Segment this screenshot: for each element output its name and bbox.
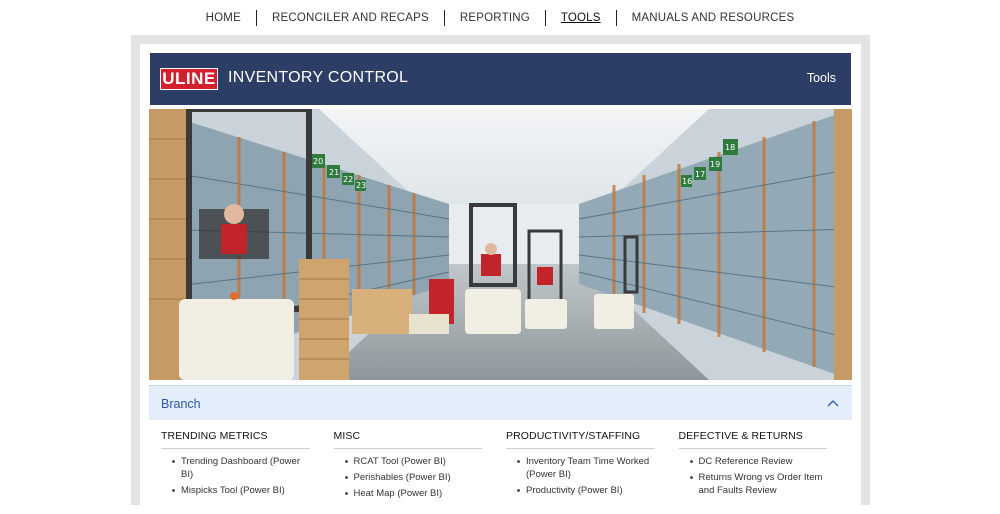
branch-tools-columns: TRENDING METRICS Trending Dashboard (Pow…: [161, 429, 851, 503]
link-productivity[interactable]: Productivity (Power BI): [506, 484, 655, 497]
aisle-sign-number: 23: [356, 181, 366, 190]
link-perishables[interactable]: Perishables (Power BI): [334, 471, 483, 484]
column-heading: DEFECTIVE & RETURNS: [678, 429, 827, 449]
column-productivity-staffing: PRODUCTIVITY/STAFFING Inventory Team Tim…: [506, 429, 679, 503]
aisle-sign-number: 19: [710, 160, 720, 169]
nav-reconciler-and-recaps[interactable]: RECONCILER AND RECAPS: [257, 11, 444, 25]
link-inventory-team-time-worked[interactable]: Inventory Team Time Worked (Power BI): [506, 455, 655, 481]
aisle-sign-number: 22: [343, 175, 353, 184]
app-title: INVENTORY CONTROL: [228, 69, 409, 86]
aisle-sign-number: 17: [695, 170, 705, 179]
column-misc: MISC RCAT Tool (Power BI) Perishables (P…: [333, 429, 507, 503]
link-returns-wrong-vs-order-item[interactable]: Returns Wrong vs Order Item and Faults R…: [679, 471, 828, 497]
chevron-up-icon[interactable]: [826, 396, 840, 410]
top-nav: HOME RECONCILER AND RECAPS REPORTING TOO…: [0, 0, 1000, 35]
page-title: Tools: [806, 71, 836, 85]
nav-reporting[interactable]: REPORTING: [445, 11, 545, 25]
column-heading: MISC: [333, 429, 482, 449]
aisle-sign-number: 20: [313, 157, 323, 166]
accordion-title: Branch: [161, 397, 201, 411]
aisle-sign-number: 18: [725, 143, 735, 152]
link-mispicks-tool[interactable]: Mispicks Tool (Power BI): [161, 484, 310, 497]
link-heat-map[interactable]: Heat Map (Power BI): [334, 487, 483, 500]
uline-logo[interactable]: ULINE: [160, 68, 218, 90]
warehouse-illustration: 20 21 2223 19 18 1716: [149, 109, 852, 380]
nav-manuals-and-resources[interactable]: MANUALS AND RESOURCES: [617, 11, 810, 25]
warehouse-hero-image: 20 21 22 23 19 18 17 16: [149, 109, 852, 380]
column-trending-metrics: TRENDING METRICS Trending Dashboard (Pow…: [161, 429, 334, 503]
link-dc-reference-review[interactable]: DC Reference Review: [679, 455, 828, 468]
header-banner: ULINE INVENTORY CONTROL Tools: [150, 53, 851, 105]
aisle-sign-number: 21: [329, 168, 339, 177]
column-defective-returns: DEFECTIVE & RETURNS DC Reference Review …: [678, 429, 852, 503]
branch-accordion-header[interactable]: Branch: [149, 385, 852, 420]
link-rcat-tool[interactable]: RCAT Tool (Power BI): [334, 455, 483, 468]
aisle-sign-number: 16: [682, 177, 692, 186]
page-container: ULINE INVENTORY CONTROL Tools 20 21 22 2…: [140, 44, 861, 514]
column-heading: TRENDING METRICS: [161, 429, 310, 449]
nav-home[interactable]: HOME: [191, 11, 256, 25]
link-trending-dashboard[interactable]: Trending Dashboard (Power BI): [161, 455, 310, 481]
nav-tools[interactable]: TOOLS: [546, 11, 616, 25]
column-heading: PRODUCTIVITY/STAFFING: [506, 429, 655, 449]
